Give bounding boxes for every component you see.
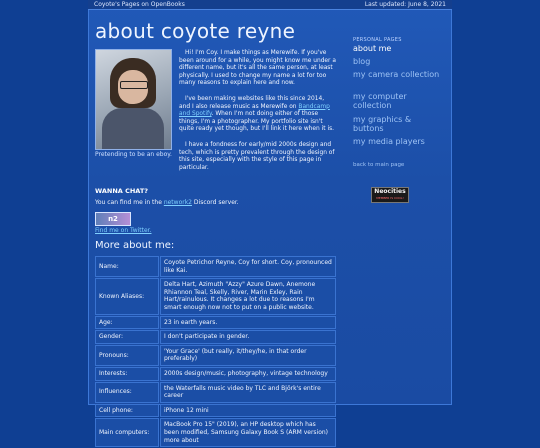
table-row: Name: Coyote Petrichor Reyne, Coy for sho… [95, 256, 336, 278]
neocities-badge[interactable]: Neocities MEMBER IS COOL! [371, 187, 409, 203]
intro-paragraph-3: I have a fondness for early/mid 2000s de… [179, 142, 335, 171]
table-key: Influences: [95, 381, 159, 403]
network2-link[interactable]: network2 [164, 199, 192, 206]
table-key: Name: [95, 256, 159, 278]
table-row: Gender: I don't participate in gender. [95, 330, 336, 344]
sidebar-item-graphics-buttons[interactable]: my graphics & buttons [353, 115, 443, 133]
table-key: Pronouns: [95, 344, 159, 366]
sidebar-heading: PERSONAL PAGES [353, 37, 402, 43]
back-to-main-link[interactable]: back to main page [353, 162, 404, 168]
table-row: Pronouns: 'Your Grace' (but really, it/th… [95, 344, 336, 366]
about-table: Name: Coyote Petrichor Reyne, Coy for sho… [94, 255, 337, 448]
table-value: Coyote Petrichor Reyne, Coy for short. C… [160, 256, 336, 278]
chat-heading: WANNA CHAT? [95, 187, 149, 195]
more-heading: More about me: [95, 240, 175, 251]
photo-caption: Pretending to be an eboy. [95, 151, 172, 158]
table-key: Age: [95, 315, 159, 330]
table-row: Cell phone: iPhone 12 mini [95, 403, 336, 418]
last-updated: Last updated: June 8, 2021 [364, 1, 446, 8]
table-value: 23 in earth years. [160, 315, 336, 330]
table-value: iPhone 12 mini [160, 403, 336, 418]
sidebar-item-about-me[interactable]: about me [353, 44, 443, 54]
table-row: Influences: the Waterfalls music video by… [95, 381, 336, 403]
sidebar-item-blog[interactable]: blog [353, 57, 443, 67]
table-value: 2000s design/music, photography, vintage… [160, 366, 336, 381]
table-row: Main computers: MacBook Pro 15" (2019), a… [95, 418, 336, 448]
intro-paragraph-2: I've been making websites like this sinc… [179, 96, 335, 133]
table-row: Age: 23 in earth years. [95, 315, 336, 330]
page-title: about coyote reyne [95, 19, 296, 43]
table-key: Interests: [95, 366, 159, 381]
twitter-link[interactable]: Find me on Twitter. [95, 227, 152, 234]
table-key: Main computers: [95, 418, 159, 448]
table-value: Delta Hart, Azimuth "Azzy" Azure Dawn, A… [160, 278, 336, 315]
table-row: Interests: 2000s design/music, photograph… [95, 366, 336, 381]
sidebar-item-camera-collection[interactable]: my camera collection [353, 70, 443, 80]
table-value: the Waterfalls music video by TLC and Bj… [160, 381, 336, 403]
network2-badge[interactable]: n2 [95, 212, 131, 226]
table-value: I don't participate in gender. [160, 330, 336, 344]
intro-paragraph-1: Hi! I'm Coy. I make things as Merewife. … [179, 50, 336, 87]
table-key: Gender: [95, 330, 159, 344]
site-name: Coyote's Pages on OpenBooks [94, 1, 185, 8]
table-key: Cell phone: [95, 403, 159, 418]
sidebar-item-computer-collection[interactable]: my computer collection [353, 92, 443, 110]
top-bar: Coyote's Pages on OpenBooks Last updated… [88, 0, 452, 10]
table-row: Known Aliases: Delta Hart, Azimuth "Azzy"… [95, 278, 336, 315]
profile-photo [95, 49, 172, 150]
chat-text: You can find me in the network2 Discord … [95, 199, 239, 206]
sidebar-item-media-players[interactable]: my media players [353, 137, 443, 147]
table-key: Known Aliases: [95, 278, 159, 315]
table-value: MacBook Pro 15" (2019), an HP desktop wh… [160, 418, 336, 448]
table-value: 'Your Grace' (but really, it/they/he, in… [160, 344, 336, 366]
